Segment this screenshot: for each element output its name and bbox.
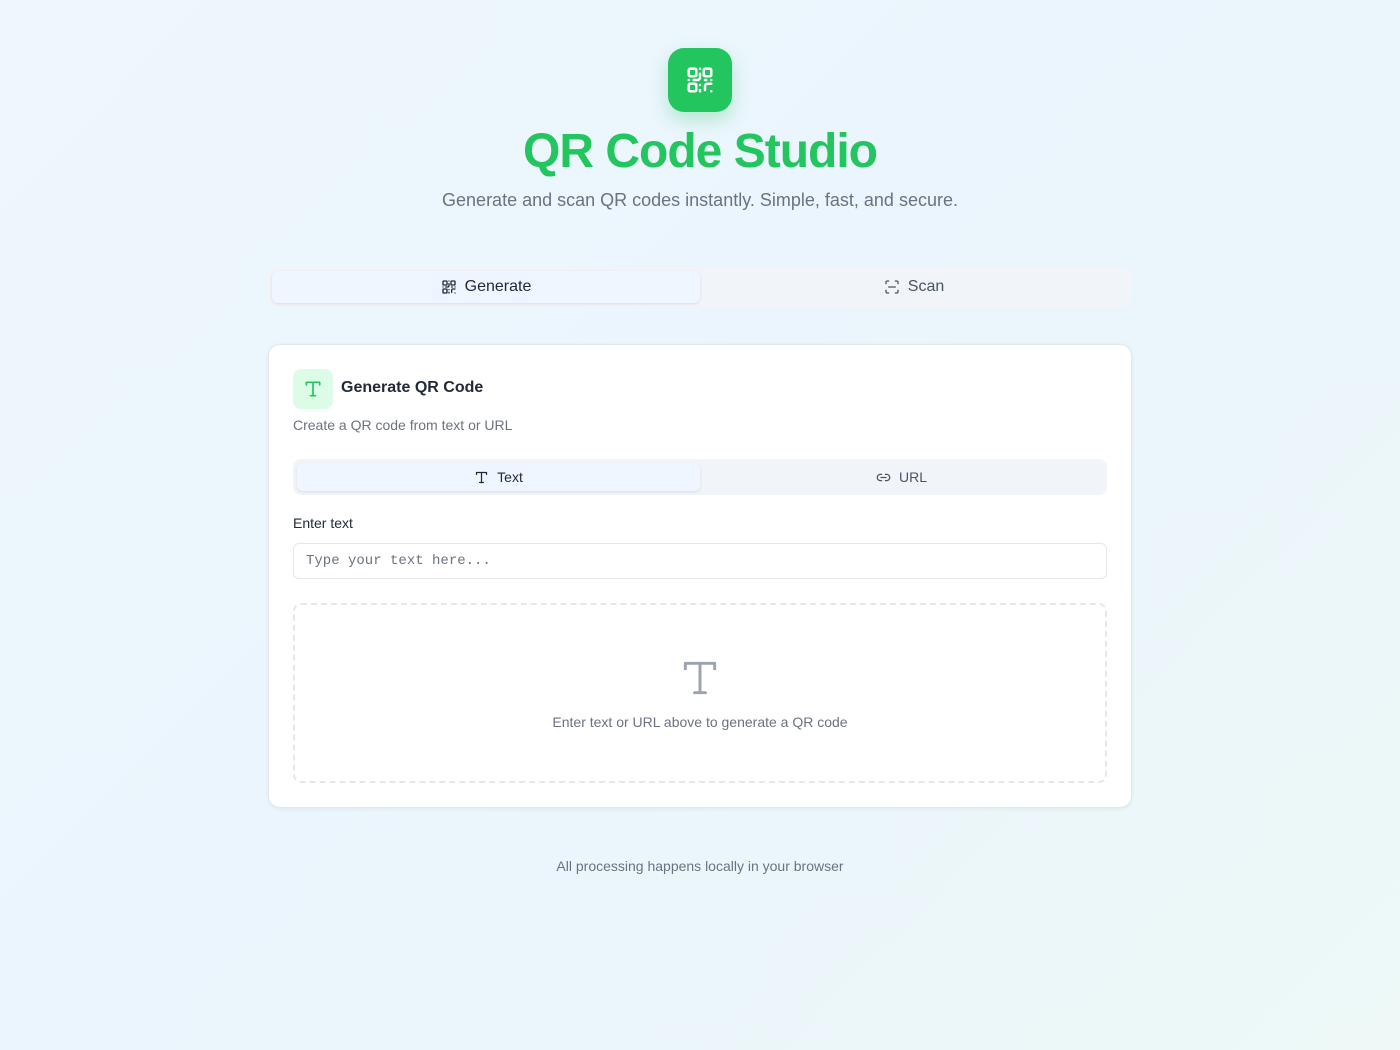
- app-logo: [668, 48, 732, 112]
- input-mode-tabs: Text URL: [293, 459, 1107, 495]
- scan-icon: [885, 280, 899, 294]
- tab-scan-label: Scan: [907, 278, 945, 295]
- footer-note: All processing happens locally in your b…: [556, 858, 844, 874]
- card-description: Create a QR code from text or URL: [293, 417, 513, 433]
- text-input-label: Enter text: [293, 515, 353, 531]
- card-icon-container: [293, 369, 333, 409]
- type-icon: [476, 471, 488, 483]
- tab-generate-label: Generate: [464, 278, 532, 295]
- tab-text[interactable]: Text: [297, 463, 700, 491]
- qr-code-icon: [441, 280, 456, 294]
- card-title: Generate QR Code: [341, 379, 484, 396]
- qr-preview-area: Enter text or URL above to generate a QR…: [293, 603, 1107, 783]
- page-subtitle: Generate and scan QR codes instantly. Si…: [442, 190, 958, 210]
- tab-url-label: URL: [898, 469, 927, 485]
- preview-placeholder-text: Enter text or URL above to generate a QR…: [552, 714, 848, 730]
- link-icon: [876, 473, 891, 481]
- tab-generate[interactable]: Generate: [272, 271, 700, 303]
- generate-card: Generate QR Code Create a QR code from t…: [268, 344, 1132, 808]
- main-tabs: Generate Scan: [268, 267, 1132, 307]
- tab-url[interactable]: URL: [700, 463, 1103, 491]
- tab-scan[interactable]: Scan: [700, 271, 1128, 303]
- type-icon: [305, 381, 321, 397]
- page-title: QR Code Studio: [523, 125, 878, 178]
- qr-code-icon: [687, 67, 713, 93]
- text-input[interactable]: [293, 543, 1107, 579]
- tab-text-label: Text: [497, 469, 523, 485]
- type-icon: [683, 661, 717, 695]
